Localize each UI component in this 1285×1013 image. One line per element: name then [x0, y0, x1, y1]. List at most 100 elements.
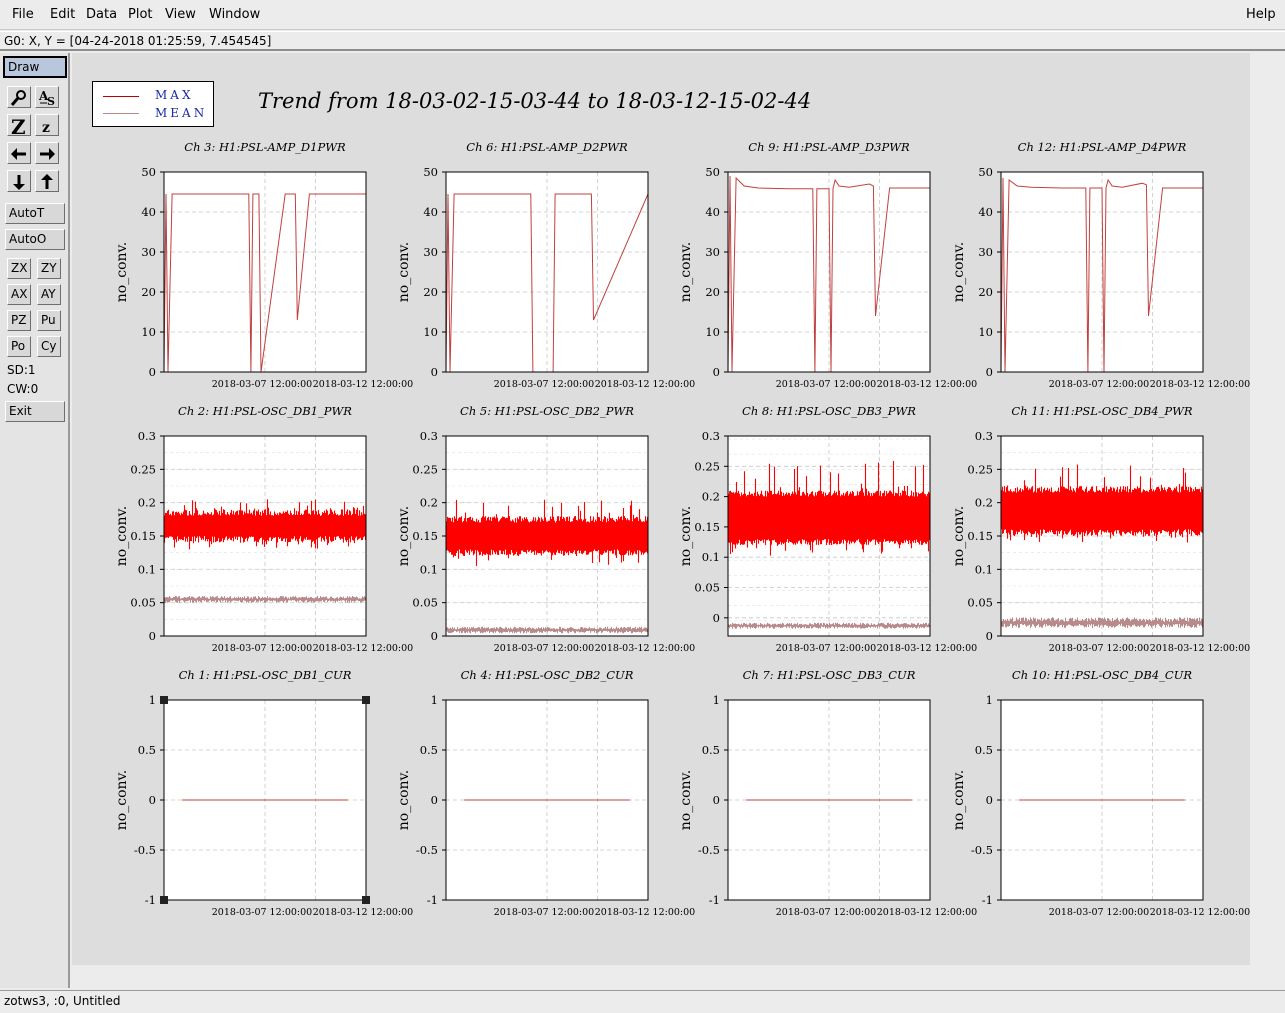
y-tick-label: 20 — [978, 285, 993, 299]
chart-title: Ch 3: H1:PSL-AMP_D1PWR — [184, 140, 346, 154]
x-tick-label: 2018-03-12 12:00:00 — [877, 907, 977, 918]
x-tick-label: 2018-03-12 12:00:00 — [313, 379, 413, 390]
x-tick-label: 2018-03-07 12:00:00 — [776, 907, 876, 918]
y-tick-label: 1 — [986, 693, 993, 707]
draw-button[interactable]: Draw — [3, 56, 67, 78]
zx-button[interactable]: ZX — [7, 258, 31, 279]
y-tick-label: -1 — [427, 893, 438, 907]
arrow-down-icon[interactable] — [7, 170, 31, 192]
y-tick-label: 30 — [141, 245, 156, 259]
x-tick-label: 2018-03-12 12:00:00 — [877, 643, 977, 654]
x-tick-label: 2018-03-07 12:00:00 — [212, 907, 312, 918]
zoom-small-z-icon[interactable]: z — [35, 114, 59, 136]
y-tick-label: 0.25 — [694, 459, 720, 473]
y-tick-label: 0 — [986, 793, 993, 807]
x-tick-label: 2018-03-07 12:00:00 — [494, 643, 594, 654]
y-tick-label: 40 — [705, 205, 720, 219]
y-tick-label: 0.3 — [975, 429, 993, 443]
y-tick-label: 0 — [431, 365, 438, 379]
y-tick-label: 0 — [149, 629, 156, 643]
pu-button[interactable]: Pu — [37, 310, 61, 331]
x-tick-label: 2018-03-07 12:00:00 — [212, 379, 312, 390]
graphs-grid: Ch 3: H1:PSL-AMP_D1PWR504030201002018-03… — [114, 140, 1250, 918]
arrow-up-icon[interactable] — [35, 170, 59, 192]
x-tick-label: 2018-03-07 12:00:00 — [1049, 643, 1149, 654]
po-button[interactable]: Po — [7, 336, 31, 357]
cy-button[interactable]: Cy — [37, 336, 61, 357]
zy-button[interactable]: ZY — [37, 258, 61, 279]
y-tick-label: 0.5 — [138, 743, 156, 757]
menu-help[interactable]: Help — [1246, 7, 1276, 22]
pz-button[interactable]: PZ — [7, 310, 31, 331]
ay-button[interactable]: AY — [37, 284, 61, 305]
y-tick-label: 0.15 — [694, 520, 720, 534]
y-tick-label: 50 — [423, 165, 438, 179]
menu-view[interactable]: View — [165, 7, 196, 22]
menu-plot[interactable]: Plot — [128, 7, 153, 22]
y-axis-label: no_conv. — [114, 770, 130, 830]
y-tick-label: -0.5 — [416, 843, 438, 857]
selection-handle — [160, 696, 168, 704]
exit-button[interactable]: Exit — [5, 401, 65, 422]
chart-5: Ch 2: H1:PSL-OSC_DB1_PWR 0.3 0.25 0.2 0.15 0.… — [114, 404, 413, 654]
y-axis-label: no_conv. — [396, 770, 412, 830]
sd-label: SD:1 — [7, 363, 36, 377]
x-tick-label: 2018-03-07 12:00:00 — [776, 643, 876, 654]
y-tick-label: 0.05 — [967, 596, 993, 610]
svg-text:z: z — [42, 120, 50, 135]
chart-8: Ch 11: H1:PSL-OSC_DB4_PWR 0.3 0.25 0.2 0.15 0… — [951, 404, 1250, 654]
y-tick-label: 0.1 — [975, 562, 993, 576]
auto-t-button[interactable]: AutoT — [5, 203, 65, 224]
y-axis-label: no_conv. — [114, 242, 130, 302]
y-tick-label: 0 — [431, 629, 438, 643]
y-tick-label: 0 — [986, 365, 993, 379]
chart-3: Ch 9: H1:PSL-AMP_D3PWR 50 40 30 20 10 0 2018-03… — [678, 140, 977, 390]
selection-handle — [160, 896, 168, 904]
ax-button[interactable]: AX — [7, 284, 31, 305]
text-as-icon[interactable]: AS — [35, 86, 59, 108]
y-tick-label: 0 — [149, 365, 156, 379]
chart-title: Ch 12: H1:PSL-AMP_D4PWR — [1018, 140, 1187, 154]
y-axis-label: no_conv. — [951, 770, 967, 830]
y-tick-label: 40 — [141, 205, 156, 219]
magnifier-icon[interactable] — [7, 86, 31, 108]
y-tick-label: 1 — [713, 693, 720, 707]
chart-12: Ch 10: H1:PSL-OSC_DB4_CUR 1 0.5 0 -0.5 -1 2018… — [951, 668, 1250, 918]
y-tick-label: 1 — [431, 693, 438, 707]
y-tick-label: 0.25 — [130, 462, 156, 476]
selection-handle — [362, 896, 370, 904]
menu-data[interactable]: Data — [86, 7, 117, 22]
menu-bar: File Edit Data Plot View Window Help — [0, 0, 1285, 30]
status-bar: zotws3, :0, Untitled — [0, 990, 1285, 1013]
y-tick-label: -1 — [982, 893, 993, 907]
y-tick-label: -1 — [709, 893, 720, 907]
arrow-left-icon[interactable] — [7, 142, 31, 164]
x-tick-label: 2018-03-12 12:00:00 — [595, 643, 695, 654]
menu-file[interactable]: File — [12, 7, 34, 22]
x-tick-label: 2018-03-07 12:00:00 — [212, 643, 312, 654]
y-tick-label: 0.2 — [702, 490, 720, 504]
y-tick-label: 30 — [705, 245, 720, 259]
y-tick-label: 0.25 — [412, 462, 438, 476]
chart-title: Ch 5: H1:PSL-OSC_DB2_PWR — [460, 404, 634, 418]
plot-canvas[interactable]: MAX MEAN Trend from 18-03-02-15-03-44 to… — [72, 53, 1285, 988]
y-tick-label: 30 — [978, 245, 993, 259]
y-tick-label: 0.5 — [702, 743, 720, 757]
y-tick-label: -0.5 — [134, 843, 156, 857]
arrow-right-icon[interactable] — [35, 142, 59, 164]
y-axis-label: no_conv. — [396, 506, 412, 566]
y-tick-label: 10 — [978, 325, 993, 339]
x-tick-label: 2018-03-12 12:00:00 — [1150, 643, 1250, 654]
zoom-big-z-icon[interactable]: Z — [7, 114, 31, 136]
menu-window[interactable]: Window — [209, 7, 260, 22]
auto-o-button[interactable]: AutoO — [5, 229, 65, 250]
y-tick-label: 0 — [713, 611, 720, 625]
menu-edit[interactable]: Edit — [50, 7, 75, 22]
chart-title: Ch 10: H1:PSL-OSC_DB4_CUR — [1012, 668, 1192, 682]
y-tick-label: 0.25 — [967, 462, 993, 476]
y-axis-label: no_conv. — [678, 506, 694, 566]
y-tick-label: -1 — [145, 893, 156, 907]
svg-text:Z: Z — [11, 117, 26, 135]
x-tick-label: 2018-03-07 12:00:00 — [776, 379, 876, 390]
y-axis-label: no_conv. — [114, 506, 130, 566]
